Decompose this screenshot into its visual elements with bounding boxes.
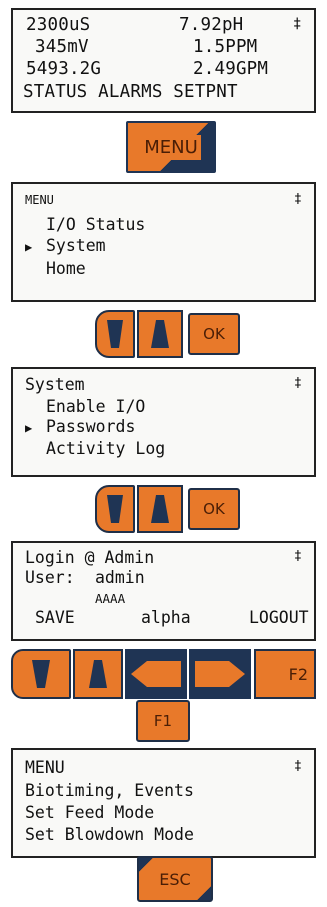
right-arrow-icon — [195, 661, 245, 687]
down-arrow-icon — [107, 495, 123, 523]
up-button[interactable] — [73, 649, 123, 699]
softkey-save: SAVE — [35, 608, 75, 627]
scroll-indicator: ‡ — [294, 759, 302, 774]
reading-ppm: 1.5PPM — [193, 37, 258, 57]
reading-flow: 2.49GPM — [193, 59, 269, 79]
user-label: User: — [25, 568, 75, 587]
reading-conductivity: 2300uS — [26, 15, 91, 35]
down-arrow-icon — [107, 320, 123, 348]
softkey-alpha: alpha — [141, 608, 191, 627]
f2-button-label: F2 — [288, 664, 308, 684]
reading-gallons: 5493.2G — [26, 59, 102, 79]
ok-button[interactable]: OK — [188, 313, 240, 355]
reading-orp: 345mV — [35, 37, 89, 57]
esc-button[interactable]: ESC — [137, 856, 213, 902]
down-button[interactable] — [11, 649, 71, 699]
menu-item-activity-log[interactable]: Activity Log — [46, 440, 165, 458]
lcd-home-screen: 2300uS 7.92pH ‡ 345mV 1.5PPM 5493.2G 2.4… — [11, 8, 316, 113]
menu-item-set-blowdown-mode[interactable]: Set Blowdown Mode — [25, 826, 194, 844]
menu-item-enable-io[interactable]: Enable I/O — [46, 398, 145, 416]
right-button[interactable] — [189, 649, 251, 699]
left-arrow-icon — [131, 661, 181, 687]
up-button[interactable] — [137, 310, 183, 358]
menu-title: MENU — [25, 758, 65, 777]
scroll-indicator: ‡ — [294, 549, 302, 564]
menu-item-io-status[interactable]: I/O Status — [46, 216, 145, 234]
up-arrow-icon — [151, 320, 169, 348]
softkey-labels: STATUS ALARMS SETPNT — [23, 82, 238, 102]
menu-button-label: MENU — [141, 134, 201, 160]
softkey-logout: LOGOUT — [249, 608, 309, 627]
down-arrow-icon — [32, 660, 50, 688]
menu-item-set-feed-mode[interactable]: Set Feed Mode — [25, 804, 154, 822]
scroll-indicator: ‡ — [294, 192, 302, 207]
up-button[interactable] — [137, 485, 183, 533]
f1-button[interactable]: F1 — [136, 700, 190, 742]
scroll-indicator: ‡ — [293, 16, 302, 32]
lcd-main-menu-screen: MENU ‡ Biotiming, Events Set Feed Mode S… — [11, 748, 316, 858]
selection-arrow-icon: ▶ — [25, 240, 33, 254]
menu-item-home[interactable]: Home — [46, 260, 86, 278]
menu-item-biotiming-events[interactable]: Biotiming, Events — [25, 782, 194, 800]
lcd-login-screen: Login @ Admin ‡ User: admin AAAA SAVE al… — [11, 541, 316, 641]
ok-button-label: OK — [203, 500, 225, 518]
login-title: Login @ Admin — [25, 548, 155, 567]
ok-button[interactable]: OK — [188, 488, 240, 530]
up-arrow-icon — [89, 660, 107, 688]
up-arrow-icon — [151, 495, 169, 523]
menu-item-system[interactable]: System — [46, 237, 106, 255]
password-mask[interactable]: AAAA — [95, 592, 125, 606]
menu-title: MENU — [25, 193, 54, 207]
down-button[interactable] — [95, 485, 135, 533]
scroll-indicator: ‡ — [294, 376, 302, 391]
lcd-menu-screen: MENU ‡ I/O Status ▶ System Home — [11, 182, 316, 302]
reading-ph: 7.92pH — [179, 15, 244, 35]
f1-button-label: F1 — [153, 712, 173, 730]
menu-button[interactable]: MENU — [126, 121, 216, 173]
system-title: System — [25, 375, 85, 394]
ok-button-label: OK — [203, 325, 225, 343]
down-button[interactable] — [95, 310, 135, 358]
esc-button-label: ESC — [159, 869, 191, 889]
selection-arrow-icon: ▶ — [25, 421, 33, 435]
user-value[interactable]: admin — [95, 569, 145, 587]
f2-button[interactable]: F2 — [254, 649, 316, 699]
lcd-system-screen: System ‡ Enable I/O ▶ Passwords Activity… — [11, 367, 316, 477]
menu-item-passwords[interactable]: Passwords — [46, 418, 135, 436]
left-button[interactable] — [125, 649, 187, 699]
